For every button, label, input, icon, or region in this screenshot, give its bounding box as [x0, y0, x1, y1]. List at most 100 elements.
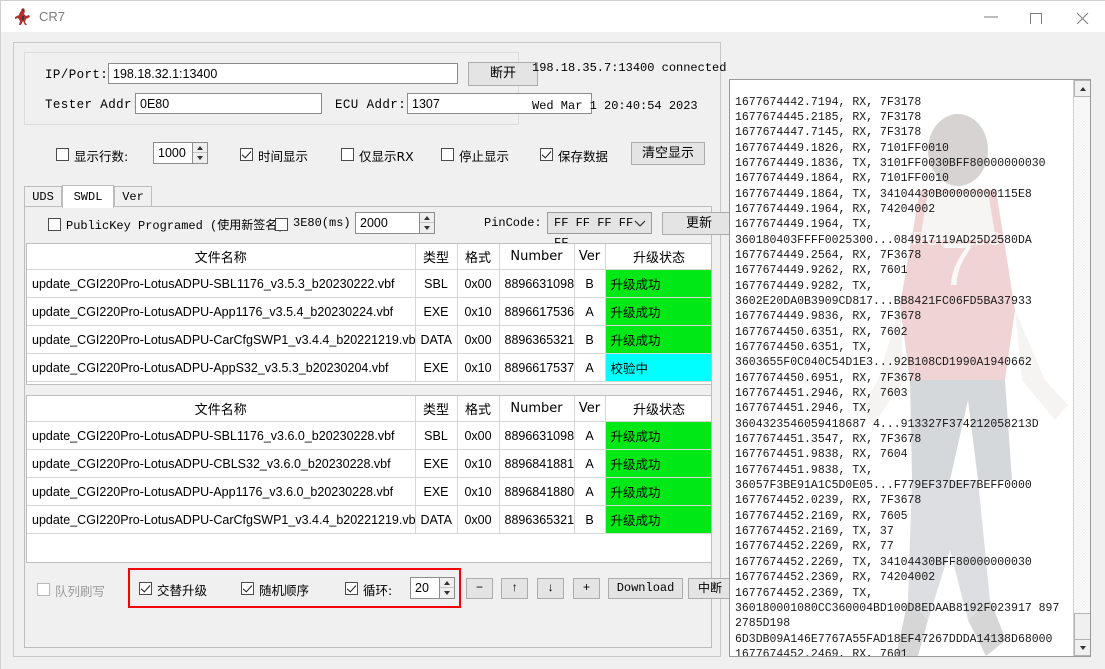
lines-spinner[interactable]: 1000 [153, 142, 208, 164]
cell-format: 0x10 [457, 297, 500, 326]
lines-spinner-down[interactable] [193, 153, 207, 163]
file-table-two[interactable]: 文件名称 类型 格式 Number Ver 升级状态 update_CGI220… [26, 395, 712, 563]
table-row[interactable]: update_CGI220Pro-LotusADPU-SBL1176_v3.6.… [27, 421, 711, 450]
tab-ver[interactable]: Ver [114, 186, 152, 207]
plus-button[interactable]: + [573, 578, 600, 599]
table-row[interactable]: update_CGI220Pro-LotusADPU-AppS32_v3.5.3… [27, 353, 711, 382]
loop-spinner-up[interactable] [440, 578, 454, 588]
move-up-button[interactable]: ↑ [501, 578, 528, 599]
tab-uds[interactable]: UDS [24, 186, 62, 207]
loop-spinner[interactable]: 20 [410, 577, 455, 599]
tester-present-spinner-down[interactable] [420, 223, 434, 233]
log-scroll-up-button[interactable] [1074, 80, 1090, 97]
show-lines-checkbox[interactable] [56, 148, 69, 161]
log-scrollbar-thumb[interactable] [1074, 613, 1090, 640]
minus-button[interactable]: − [466, 578, 493, 599]
log-scrollbar-track[interactable] [1074, 97, 1090, 639]
cell-type: EXE [415, 449, 458, 478]
ip-port-input[interactable] [108, 63, 458, 84]
publickey-programed-label: PublicKey Programed (使用新签名) [66, 219, 285, 233]
application-window: CR7 IP/Port: 断开 Tester Addr: ECU Addr: [0, 0, 1105, 669]
cell-ver: A [574, 353, 606, 382]
cell-format: 0x00 [457, 325, 500, 354]
clear-display-button[interactable]: 清空显示 [631, 142, 705, 165]
cell-format: 0x00 [457, 505, 500, 534]
save-data-checkbox[interactable] [540, 148, 553, 161]
tester-present-spinner[interactable]: 2000 [355, 212, 435, 234]
publickey-programed-checkbox[interactable] [48, 218, 61, 231]
cell-filename: update_CGI220Pro-LotusADPU-AppS32_v3.5.3… [27, 353, 416, 382]
tester-present-checkbox[interactable] [275, 218, 288, 231]
cell-number: 8896841881 [499, 449, 575, 478]
window-title: CR7 [39, 9, 66, 24]
close-icon [1076, 12, 1089, 24]
cell-ver: B [574, 505, 606, 534]
th2-ver: Ver [574, 396, 606, 422]
cell-number: 8896631098 [499, 421, 575, 450]
cell-ver: B [574, 325, 606, 354]
tab-strip: UDS SWDL Ver [24, 185, 712, 208]
abort-button[interactable]: 中断 [688, 578, 732, 599]
lines-spinner-up[interactable] [193, 143, 207, 153]
close-button[interactable] [1060, 1, 1105, 32]
table-row[interactable]: update_CGI220Pro-LotusADPU-CarCfgSWP1_v3… [27, 505, 711, 534]
log-scrollbar[interactable] [1073, 80, 1090, 656]
th-format: 格式 [457, 244, 500, 270]
cell-type: EXE [415, 297, 458, 326]
cell-type: DATA [415, 505, 458, 534]
alternate-upgrade-checkbox[interactable] [139, 582, 152, 595]
client-area: IP/Port: 断开 Tester Addr: ECU Addr: 198.1… [1, 32, 1105, 669]
loop-spinner-buttons[interactable] [439, 578, 454, 598]
table-row[interactable]: update_CGI220Pro-LotusADPU-App1176_v3.5.… [27, 297, 711, 326]
table-row[interactable]: update_CGI220Pro-LotusADPU-App1176_v3.6.… [27, 477, 711, 506]
log-panel[interactable]: 7 RONALDO 1677674442.7194, RX, 7F3178 16… [729, 79, 1091, 657]
tab-swdl[interactable]: SWDL [62, 185, 114, 208]
cell-ver: A [574, 477, 606, 506]
minimize-button[interactable] [968, 1, 1014, 32]
cell-ver: A [574, 421, 606, 450]
stop-display-checkbox[interactable] [441, 148, 454, 161]
log-scroll-down-button[interactable] [1074, 639, 1090, 656]
cell-status: 升级成功 [605, 505, 711, 534]
cell-type: EXE [415, 477, 458, 506]
cell-ver: A [574, 449, 606, 478]
random-order-checkbox[interactable] [241, 582, 254, 595]
cell-format: 0x00 [457, 421, 500, 450]
tester-present-spinner-up[interactable] [420, 213, 434, 223]
pincode-combobox[interactable]: FF FF FF FF FF [547, 212, 652, 250]
disconnect-button[interactable]: 断开 [468, 62, 538, 86]
move-down-button[interactable]: ↓ [537, 578, 564, 599]
loop-spinner-down[interactable] [440, 588, 454, 598]
cell-status: 升级成功 [605, 325, 711, 354]
cell-format: 0x10 [457, 477, 500, 506]
queue-flash-checkbox[interactable] [37, 583, 50, 596]
time-display-checkbox[interactable] [240, 148, 253, 161]
tester-present-label: 3E80(ms) [293, 216, 351, 230]
loop-checkbox[interactable] [345, 582, 358, 595]
table-row[interactable]: update_CGI220Pro-LotusADPU-SBL1176_v3.5.… [27, 269, 711, 298]
tester-present-value: 2000 [360, 216, 388, 230]
random-order-label: 随机顺序 [259, 583, 310, 598]
table-row[interactable]: update_CGI220Pro-LotusADPU-CBLS32_v3.6.0… [27, 449, 711, 478]
show-lines-label: 显示行数: [74, 149, 129, 164]
cell-filename: update_CGI220Pro-LotusADPU-App1176_v3.5.… [27, 297, 416, 326]
cell-format: 0x10 [457, 449, 500, 478]
cell-type: SBL [415, 421, 458, 450]
cell-number: 8896365321 [499, 325, 575, 354]
file-table-one[interactable]: 文件名称 类型 格式 Number Ver 升级状态 update_CGI220… [26, 243, 712, 385]
download-button[interactable]: Download [608, 578, 683, 599]
tester-addr-input[interactable] [135, 93, 322, 114]
th-number: Number [499, 244, 575, 270]
cell-number: 8896617536 [499, 297, 575, 326]
connection-status-text: 198.18.35.7:13400 connected [532, 61, 727, 75]
rx-only-label: 仅显示RX [359, 149, 414, 164]
update-button[interactable]: 更新 [662, 212, 736, 235]
tester-present-spinner-buttons[interactable] [419, 213, 434, 233]
left-panel: IP/Port: 断开 Tester Addr: ECU Addr: 198.1… [13, 42, 736, 657]
rx-only-checkbox[interactable] [341, 148, 354, 161]
lines-spinner-buttons[interactable] [192, 143, 207, 163]
table-row[interactable]: update_CGI220Pro-LotusADPU-CarCfgSWP1_v3… [27, 325, 711, 354]
stop-display-label: 停止显示 [459, 149, 510, 164]
connection-time-text: Wed Mar 1 20:40:54 2023 [532, 99, 698, 113]
maximize-button[interactable] [1014, 1, 1060, 32]
